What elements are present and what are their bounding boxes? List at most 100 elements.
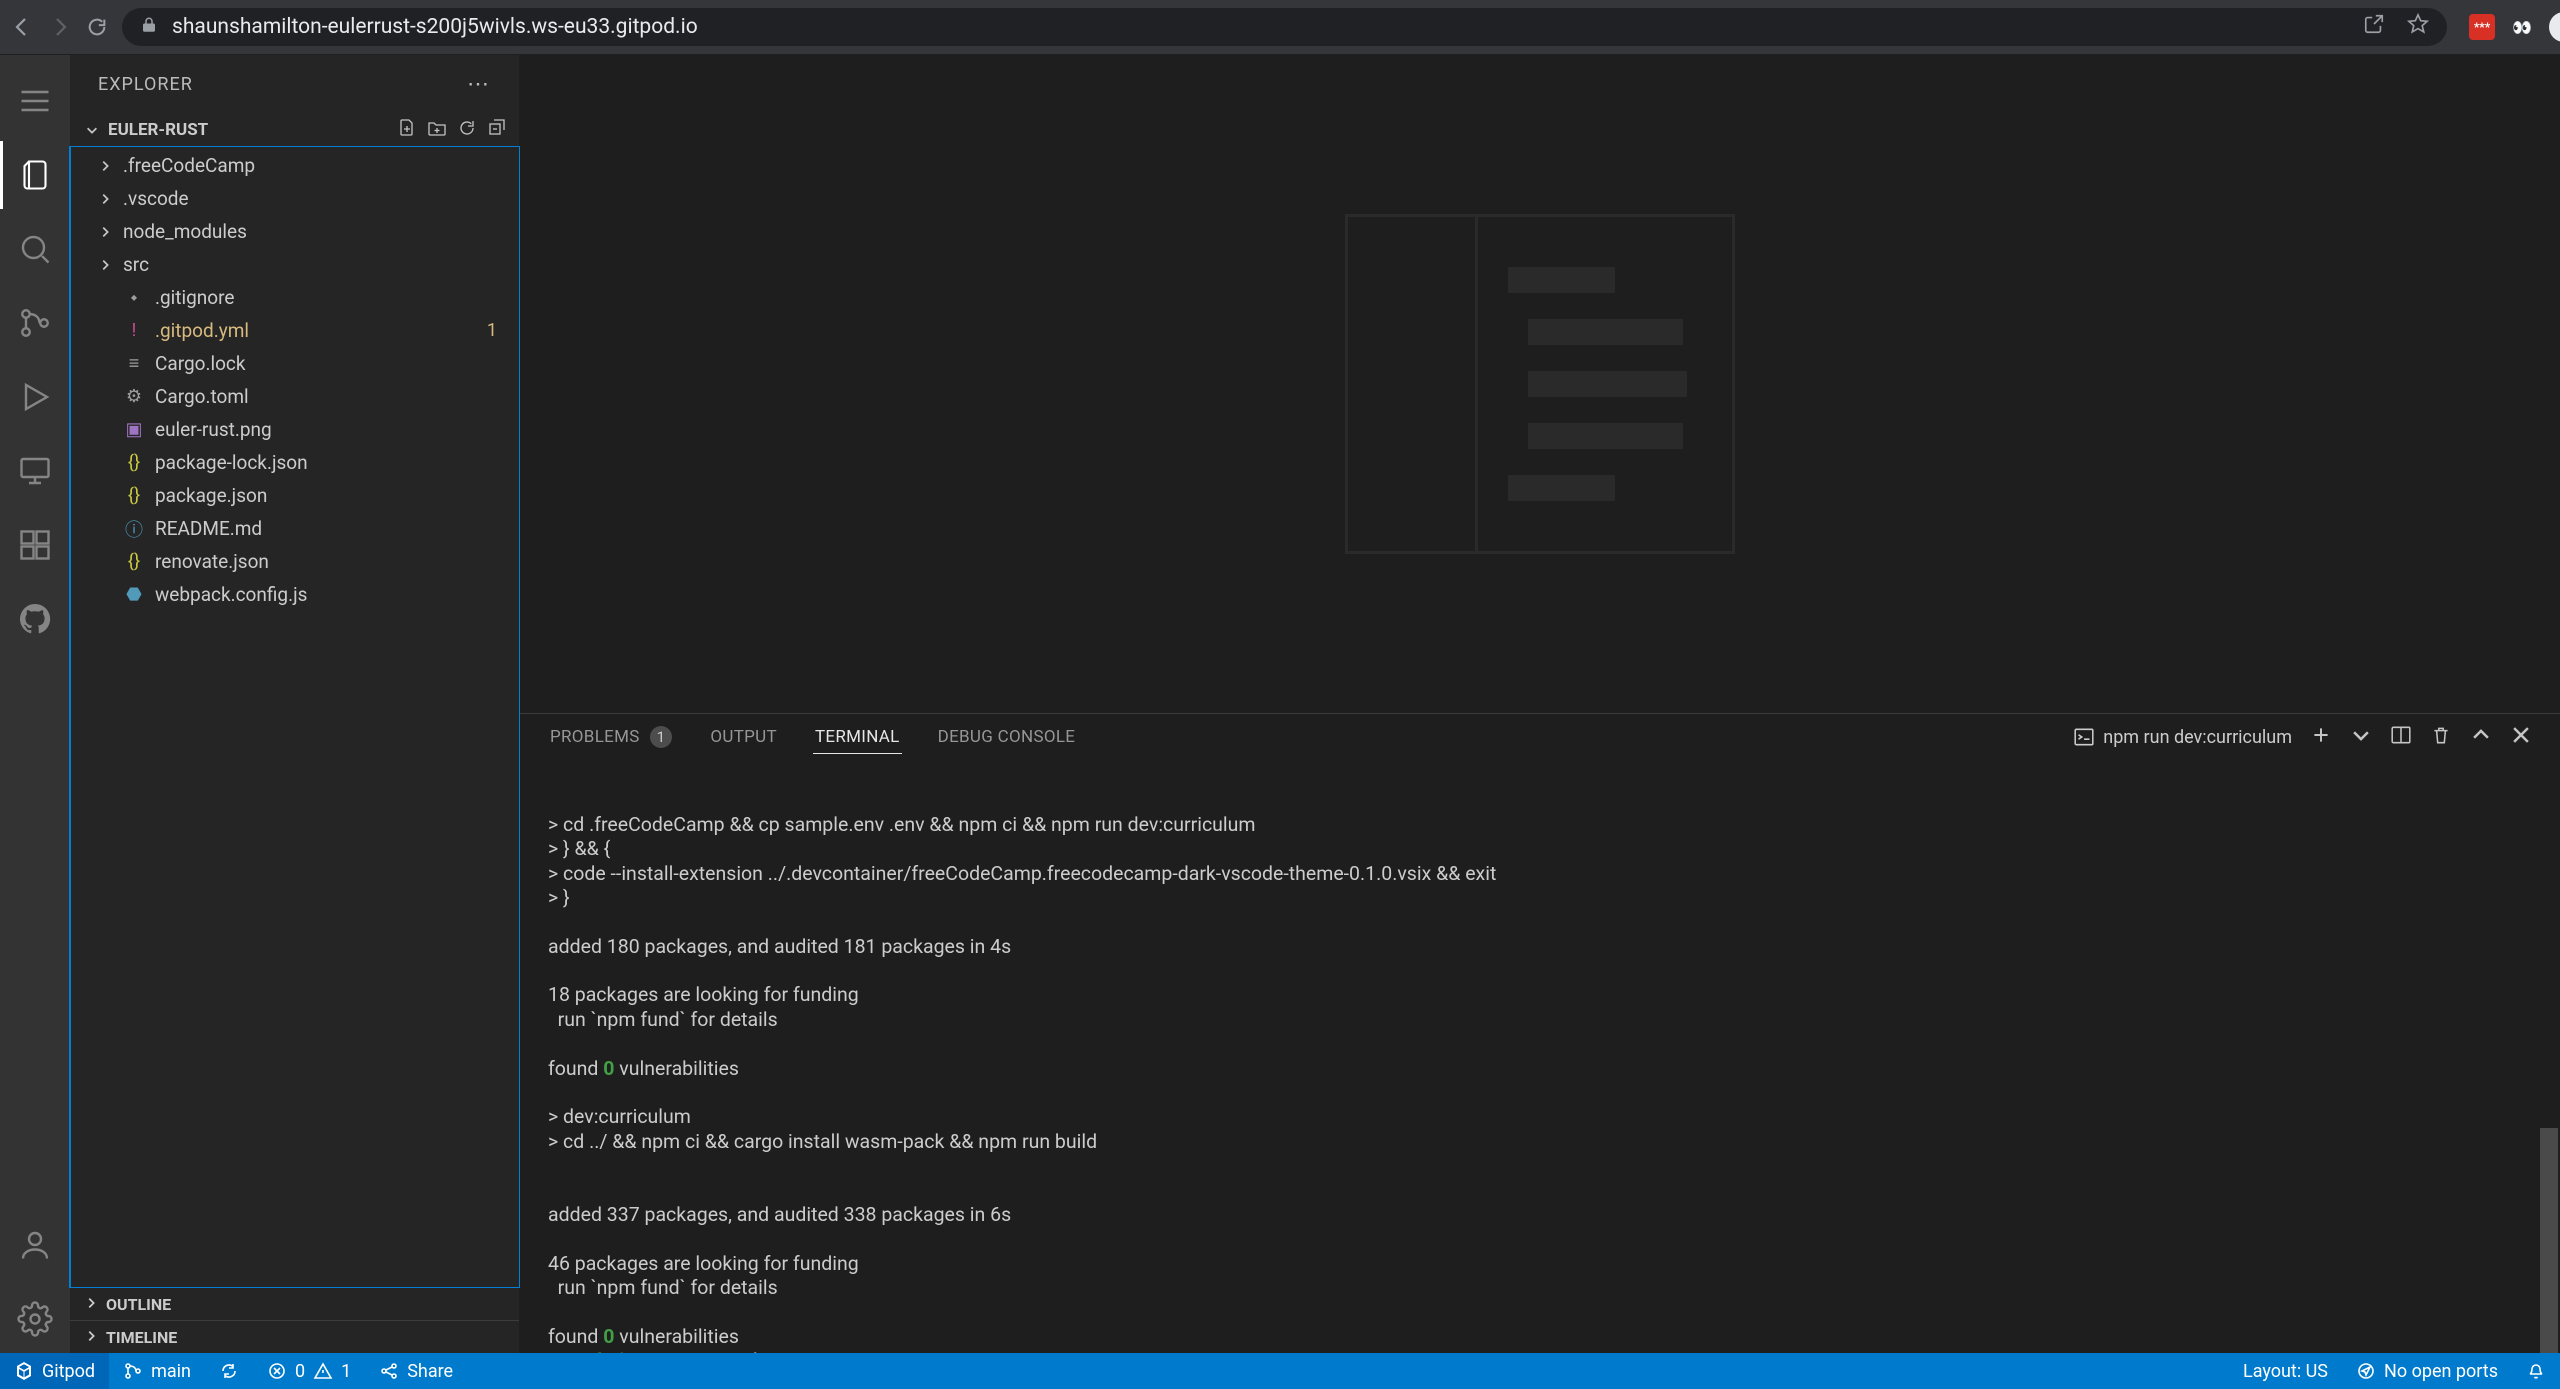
- close-panel-icon[interactable]: [2510, 724, 2532, 751]
- lock-icon: [140, 16, 158, 39]
- file-item[interactable]: {}renovate.json: [71, 545, 519, 578]
- new-terminal-icon[interactable]: [2310, 724, 2332, 751]
- status-bar: Gitpod main 0 1 Share Layout: US No open…: [0, 1353, 2560, 1389]
- activity-menu-icon[interactable]: [0, 67, 70, 135]
- address-bar[interactable]: shaunshamilton-eulerrust-s200j5wivls.ws-…: [122, 8, 2447, 46]
- file-item[interactable]: ⓘREADME.md: [71, 512, 519, 545]
- status-notifications-icon[interactable]: [2512, 1353, 2560, 1389]
- chevron-right-icon: [97, 225, 113, 239]
- kill-terminal-icon[interactable]: [2430, 724, 2452, 751]
- status-ports[interactable]: No open ports: [2342, 1353, 2512, 1389]
- tree-item-label: .gitignore: [155, 286, 234, 309]
- nav-forward-button[interactable]: [48, 14, 72, 40]
- collapse-all-icon[interactable]: [487, 118, 507, 143]
- share-page-icon[interactable]: [2363, 13, 2385, 41]
- file-item[interactable]: ⬣ webpack.config.js: [71, 578, 519, 611]
- file-type-icon: ⬩: [123, 287, 145, 308]
- nav-back-button[interactable]: [10, 14, 34, 40]
- nav-reload-button[interactable]: [86, 14, 108, 40]
- terminal-dropdown-icon[interactable]: [2350, 724, 2372, 751]
- status-branch[interactable]: main: [109, 1353, 205, 1389]
- status-problems[interactable]: 0 1: [253, 1353, 365, 1389]
- tab-output[interactable]: OUTPUT: [708, 714, 779, 760]
- chevron-right-icon: [97, 192, 113, 206]
- folder-item[interactable]: node_modules: [71, 215, 519, 248]
- maximize-panel-icon[interactable]: [2470, 724, 2492, 751]
- status-layout[interactable]: Layout: US: [2229, 1353, 2342, 1389]
- outline-section-header[interactable]: OUTLINE: [70, 1287, 519, 1320]
- tab-terminal[interactable]: TERMINAL: [813, 714, 902, 760]
- chevron-right-icon: [97, 258, 113, 272]
- file-type-icon: ⬣: [123, 584, 145, 605]
- timeline-section-header[interactable]: TIMELINE: [70, 1320, 519, 1353]
- tab-problems[interactable]: PROBLEMS 1: [548, 714, 674, 760]
- refresh-explorer-icon[interactable]: [457, 118, 477, 143]
- file-item[interactable]: ⚙ Cargo.toml: [71, 380, 519, 413]
- status-share[interactable]: Share: [365, 1353, 467, 1389]
- activity-bar: [0, 55, 70, 1353]
- panel-actions: npm run dev:curriculum: [2073, 724, 2532, 751]
- section-actions: [397, 118, 507, 143]
- browser-toolbar: shaunshamilton-eulerrust-s200j5wivls.ws-…: [0, 0, 2560, 55]
- activity-accounts-icon[interactable]: [0, 1211, 70, 1279]
- file-type-icon: ⚙: [123, 386, 145, 407]
- activity-remote-explorer-icon[interactable]: [0, 437, 70, 505]
- status-sync[interactable]: [205, 1353, 253, 1389]
- terminal-task-label[interactable]: npm run dev:curriculum: [2073, 726, 2292, 748]
- file-item[interactable]: ▣euler-rust.png: [71, 413, 519, 446]
- activity-run-debug-icon[interactable]: [0, 363, 70, 431]
- terminal-output[interactable]: > cd .freeCodeCamp && cp sample.env .env…: [520, 760, 2560, 1353]
- activity-source-control-icon[interactable]: [0, 289, 70, 357]
- extension-lastpass-icon[interactable]: ***: [2469, 14, 2495, 40]
- file-tree[interactable]: .freeCodeCamp .vscode node_modulessrc ⬩ .git…: [69, 146, 520, 1288]
- tree-item-label: README.md: [155, 517, 262, 540]
- tree-item-label: .vscode: [123, 187, 189, 210]
- editor-empty-state: [520, 55, 2560, 713]
- tree-item-label: src: [123, 253, 149, 276]
- activity-extensions-icon[interactable]: [0, 511, 70, 579]
- folder-item[interactable]: .vscode: [71, 182, 519, 215]
- activity-explorer-icon[interactable]: [0, 141, 70, 209]
- tree-item-label: renovate.json: [155, 550, 269, 573]
- profile-avatar-light[interactable]: [2549, 12, 2560, 42]
- activity-github-icon[interactable]: [0, 585, 70, 653]
- folder-item[interactable]: src: [71, 248, 519, 281]
- tree-item-label: package.json: [155, 484, 267, 507]
- panel-tabs: PROBLEMS 1 OUTPUT TERMINAL DEBUG CONSOLE…: [520, 714, 2560, 760]
- extension-eyes-icon[interactable]: 👀: [2509, 14, 2535, 40]
- new-file-icon[interactable]: [397, 118, 417, 143]
- timeline-label: TIMELINE: [106, 1328, 177, 1347]
- status-gitpod[interactable]: Gitpod: [0, 1353, 109, 1389]
- tree-item-label: webpack.config.js: [155, 583, 307, 606]
- section-title: EULER-RUST: [108, 120, 208, 140]
- outline-label: OUTLINE: [106, 1295, 171, 1314]
- tree-item-label: Cargo.lock: [155, 352, 246, 375]
- file-type-icon: !: [123, 320, 145, 341]
- split-terminal-icon[interactable]: [2390, 724, 2412, 751]
- tree-item-label: .freeCodeCamp: [123, 154, 255, 177]
- file-item[interactable]: {}package.json: [71, 479, 519, 512]
- terminal-scrollbar[interactable]: [2540, 760, 2558, 1353]
- tree-item-label: euler-rust.png: [155, 418, 272, 441]
- tab-debug-console[interactable]: DEBUG CONSOLE: [936, 714, 1078, 760]
- explorer-section-header[interactable]: EULER-RUST: [70, 113, 519, 147]
- new-folder-icon[interactable]: [427, 118, 447, 143]
- modified-badge: 1: [487, 320, 497, 341]
- folder-item[interactable]: .freeCodeCamp: [71, 149, 519, 182]
- vscode-window: EXPLORER ⋯ EULER-RUST .freeCodeCamp.vsco…: [0, 55, 2560, 1389]
- file-item[interactable]: ≡Cargo.lock: [71, 347, 519, 380]
- explorer-sidebar: EXPLORER ⋯ EULER-RUST .freeCodeCamp.vsco…: [70, 55, 520, 1353]
- bottom-panel: PROBLEMS 1 OUTPUT TERMINAL DEBUG CONSOLE…: [520, 713, 2560, 1353]
- tree-item-label: .gitpod.yml: [155, 319, 249, 342]
- bookmark-star-icon[interactable]: [2407, 13, 2429, 41]
- activity-search-icon[interactable]: [0, 215, 70, 283]
- sidebar-more-icon[interactable]: ⋯: [467, 72, 491, 97]
- activity-settings-gear-icon[interactable]: [0, 1285, 70, 1353]
- file-item[interactable]: ! .gitpod.yml 1: [71, 314, 519, 347]
- tree-item-label: package-lock.json: [155, 451, 308, 474]
- url-text: shaunshamilton-eulerrust-s200j5wivls.ws-…: [172, 15, 698, 39]
- file-item[interactable]: {}package-lock.json: [71, 446, 519, 479]
- tree-item-label: Cargo.toml: [155, 385, 249, 408]
- file-item[interactable]: ⬩ .gitignore: [71, 281, 519, 314]
- chevron-right-icon: [97, 159, 113, 173]
